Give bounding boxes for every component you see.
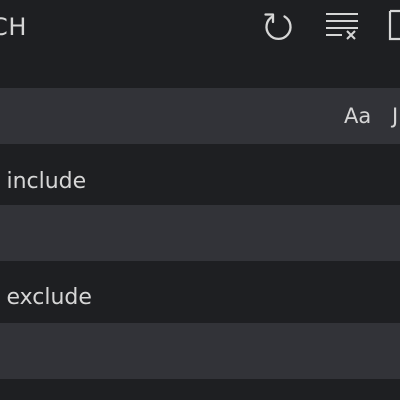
files-to-include-label: o include — [0, 169, 87, 194]
refresh-icon[interactable] — [262, 8, 296, 44]
panel-title: CH — [0, 13, 28, 41]
clear-results-icon[interactable] — [324, 11, 364, 41]
files-to-exclude-input[interactable] — [0, 323, 400, 379]
search-row: ' — [0, 88, 400, 144]
search-header: CH — [0, 0, 400, 56]
search-input[interactable] — [0, 88, 314, 144]
search-panel: CH ' Aa J o include o exclude — [0, 0, 400, 400]
files-to-include-input[interactable] — [0, 205, 400, 261]
match-case-toggle[interactable]: Aa — [344, 102, 371, 130]
match-whole-word-toggle[interactable]: J — [392, 102, 398, 130]
files-to-exclude-label: o exclude — [0, 285, 92, 310]
new-search-editor-icon[interactable] — [388, 9, 400, 41]
